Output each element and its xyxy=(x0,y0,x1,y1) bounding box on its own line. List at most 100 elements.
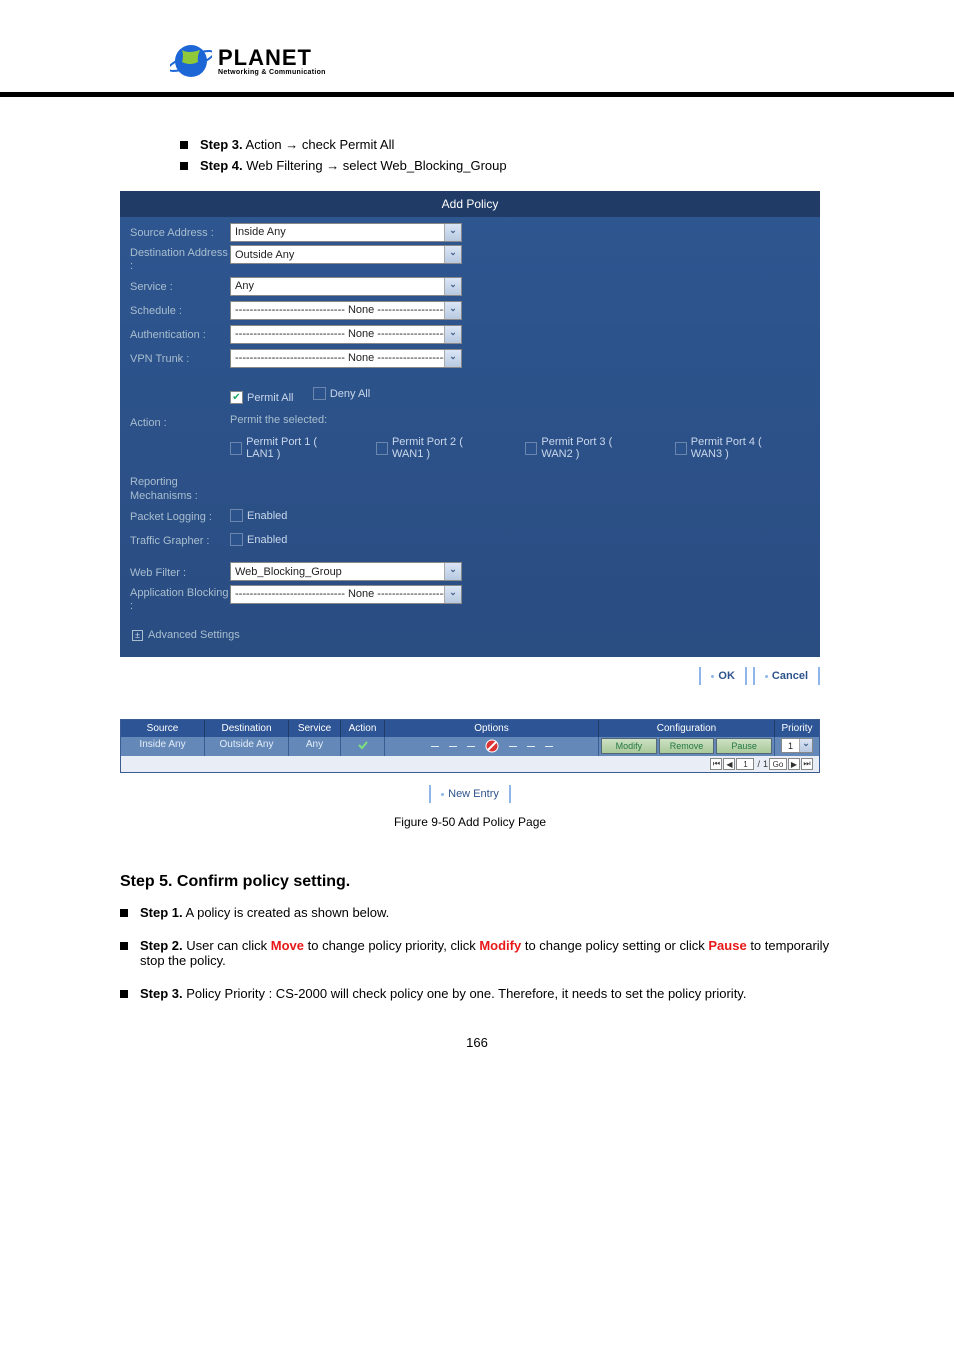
label-authentication: Authentication : xyxy=(130,327,230,341)
td-configuration: Modify Remove Pause xyxy=(599,737,775,756)
label-application-blocking: Application Blocking : xyxy=(130,585,230,613)
checkbox-icon xyxy=(675,442,687,455)
instruction-step-4: Step 4. Web Filtering → select Web_Block… xyxy=(180,158,834,173)
label-web-filter: Web Filter : xyxy=(130,565,230,579)
add-policy-panel: Add Policy Source Address : Inside Any D… xyxy=(120,191,820,657)
permit-port-3-checkbox[interactable]: Permit Port 3 ( WAN2 ) xyxy=(525,436,644,460)
label-service: Service : xyxy=(130,279,230,293)
label-reporting: Reporting Mechanisms : xyxy=(130,474,230,502)
label-destination-address: Destination Address : xyxy=(130,245,230,273)
checkbox-checked-icon: ✔ xyxy=(230,391,243,404)
figure-caption: Figure 9-50 Add Policy Page xyxy=(120,815,820,829)
pager-prev-button[interactable]: ◀ xyxy=(723,758,735,770)
expand-icon: ± xyxy=(132,630,143,641)
brand-logo: PLANET Networking & Communication xyxy=(50,0,904,92)
panel-title: Add Policy xyxy=(120,191,820,217)
chevron-down-icon xyxy=(444,326,461,343)
modify-button[interactable]: Modify xyxy=(601,738,657,754)
permit-port-2-checkbox[interactable]: Permit Port 2 ( WAN1 ) xyxy=(376,436,495,460)
pager-first-button[interactable]: ⏮ xyxy=(710,758,722,770)
dot-icon xyxy=(711,675,714,678)
chevron-down-icon xyxy=(444,563,461,580)
checkbox-icon xyxy=(313,387,326,400)
th-destination: Destination xyxy=(205,720,289,737)
web-filter-icon xyxy=(485,739,499,753)
schedule-select[interactable]: ------------------------------ None ----… xyxy=(230,301,462,320)
logo-tagline: Networking & Communication xyxy=(218,69,326,76)
post-step-1: Step 1. A policy is created as shown bel… xyxy=(120,905,834,920)
th-service: Service xyxy=(289,720,341,737)
bullet-icon xyxy=(180,162,188,170)
label-schedule: Schedule : xyxy=(130,303,230,317)
table-row: Inside Any Outside Any Any Mod xyxy=(121,737,819,756)
permit-selected-label: Permit the selected: xyxy=(230,414,327,426)
option-dash-icon xyxy=(467,746,475,747)
td-destination: Outside Any xyxy=(205,737,289,756)
label-source-address: Source Address : xyxy=(130,225,230,239)
application-blocking-select[interactable]: ------------------------------ None ----… xyxy=(230,585,462,604)
permit-all-checkbox[interactable]: ✔ Permit All xyxy=(230,391,293,404)
post-step-3: Step 3. Policy Priority : CS-2000 will c… xyxy=(120,986,834,1001)
permit-port-1-checkbox[interactable]: Permit Port 1 ( LAN1 ) xyxy=(230,436,346,460)
cancel-button[interactable]: Cancel xyxy=(753,667,820,685)
authentication-select[interactable]: ------------------------------ None ----… xyxy=(230,325,462,344)
label-vpn-trunk: VPN Trunk : xyxy=(130,351,230,365)
remove-button[interactable]: Remove xyxy=(659,738,715,754)
destination-address-select[interactable]: Outside Any xyxy=(230,245,462,264)
logo-wordmark: PLANET xyxy=(218,47,326,69)
pager-last-button[interactable]: ⏭ xyxy=(801,758,813,770)
pager-total: 1 xyxy=(763,759,768,769)
option-dash-icon xyxy=(509,746,517,747)
section-heading: Step 5. Confirm policy setting. xyxy=(120,873,834,891)
chevron-down-icon xyxy=(444,246,461,263)
chevron-down-icon xyxy=(444,224,461,241)
table-pager: ⏮ ◀ 1 / 1 Go ▶ ⏭ xyxy=(121,756,819,772)
checkbox-icon xyxy=(230,442,242,455)
option-dash-icon xyxy=(449,746,457,747)
pager-current: 1 xyxy=(736,758,754,770)
td-action xyxy=(341,737,385,756)
post-step-2: Step 2. User can click Move to change po… xyxy=(120,938,834,968)
permit-port-4-checkbox[interactable]: Permit Port 4 ( WAN3 ) xyxy=(675,436,794,460)
planet-globe-icon xyxy=(170,40,212,82)
checkbox-icon xyxy=(230,533,243,546)
dot-icon xyxy=(441,793,444,796)
td-options xyxy=(385,737,599,756)
bullet-icon xyxy=(180,141,188,149)
pause-button[interactable]: Pause xyxy=(716,738,772,754)
priority-select[interactable]: 1 xyxy=(781,738,813,753)
pager-next-button[interactable]: ▶ xyxy=(788,758,800,770)
web-filter-select[interactable]: Web_Blocking_Group xyxy=(230,562,462,581)
option-dash-icon xyxy=(431,746,439,747)
th-options: Options xyxy=(385,720,599,737)
traffic-grapher-checkbox[interactable]: Enabled xyxy=(230,533,287,546)
new-entry-button[interactable]: New Entry xyxy=(429,785,511,803)
vpn-trunk-select[interactable]: ------------------------------ None ----… xyxy=(230,349,462,368)
bullet-icon xyxy=(120,909,128,917)
pager-go-button[interactable]: Go xyxy=(769,758,787,770)
chevron-down-icon xyxy=(444,586,461,603)
dot-icon xyxy=(765,675,768,678)
deny-all-checkbox[interactable]: Deny All xyxy=(313,387,370,400)
label-traffic-grapher: Traffic Grapher : xyxy=(130,533,230,547)
checkbox-icon xyxy=(230,509,243,522)
th-priority: Priority xyxy=(775,720,819,737)
service-select[interactable]: Any xyxy=(230,277,462,296)
chevron-down-icon xyxy=(799,739,812,752)
option-dash-icon xyxy=(527,746,535,747)
ok-button[interactable]: OK xyxy=(699,667,747,685)
table-header: Source Destination Service Action Option… xyxy=(121,720,819,737)
packet-logging-checkbox[interactable]: Enabled xyxy=(230,509,287,522)
policy-table: Source Destination Service Action Option… xyxy=(120,719,820,773)
chevron-down-icon xyxy=(444,302,461,319)
source-address-select[interactable]: Inside Any xyxy=(230,223,462,242)
td-priority: 1 xyxy=(775,737,819,756)
td-service: Any xyxy=(289,737,341,756)
checkbox-icon xyxy=(376,442,388,455)
advanced-settings-toggle[interactable]: ± Advanced Settings xyxy=(132,629,240,641)
bullet-icon xyxy=(120,942,128,950)
th-action: Action xyxy=(341,720,385,737)
label-action: Action : xyxy=(130,417,230,429)
th-source: Source xyxy=(121,720,205,737)
permit-check-icon xyxy=(357,739,369,751)
